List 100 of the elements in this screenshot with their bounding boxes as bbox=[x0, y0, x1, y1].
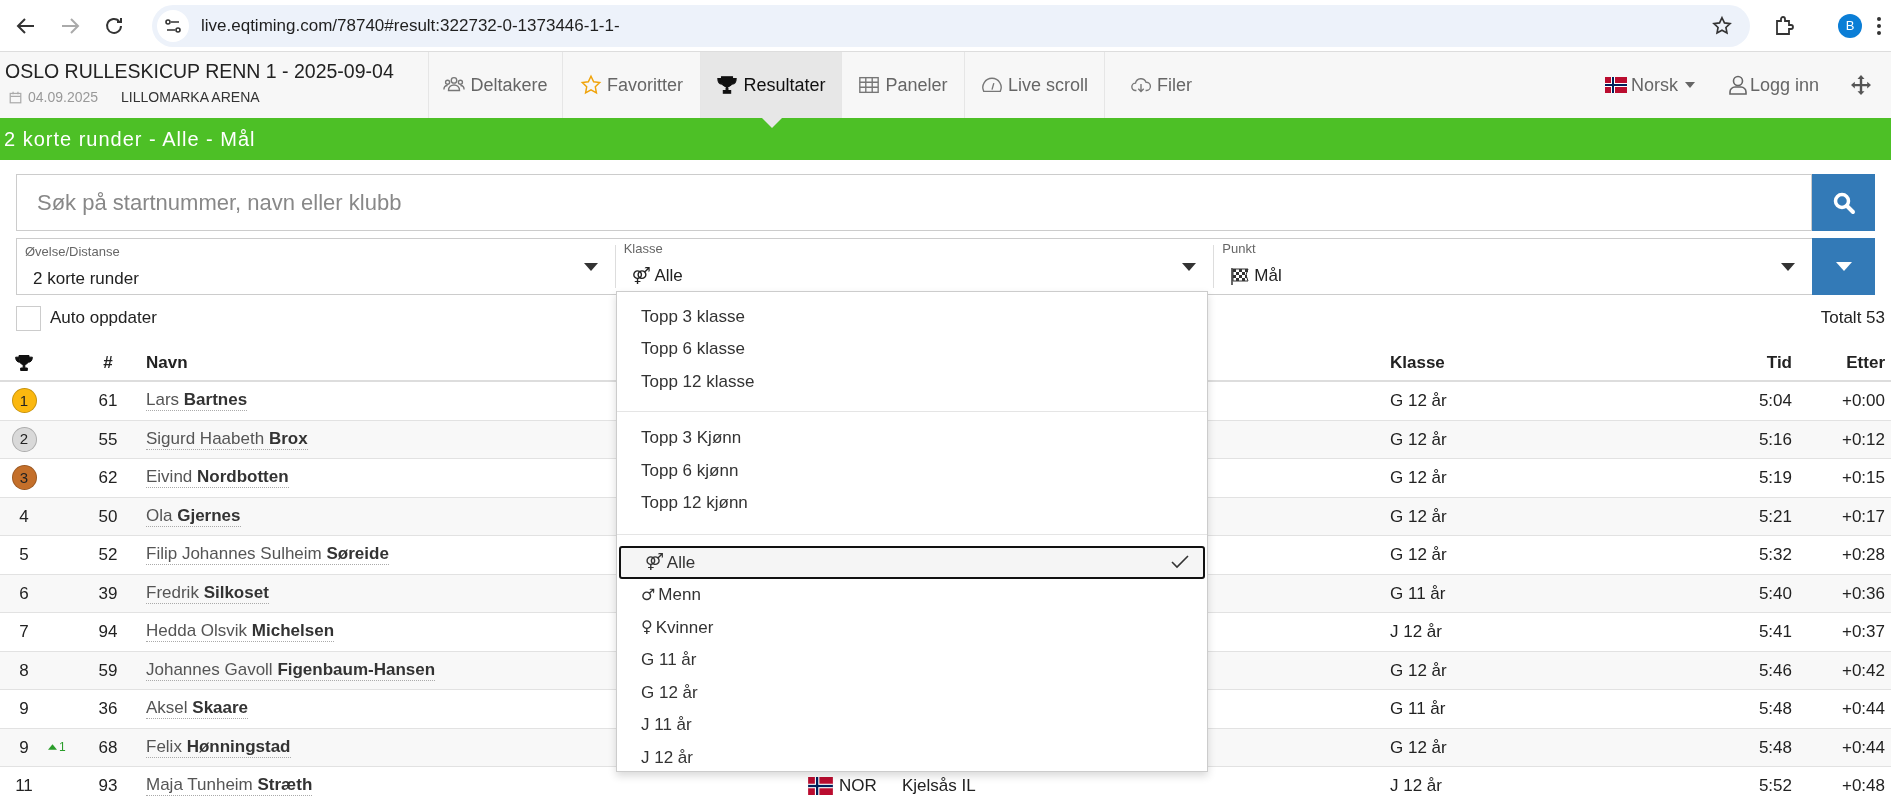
dropdown-option[interactable]: Topp 12 kjønn bbox=[617, 486, 1207, 519]
bib-cell-text: 93 bbox=[98, 775, 118, 797]
rank-cell-text: 11 bbox=[15, 775, 33, 797]
dropdown-option[interactable]: ♀ Kvinner bbox=[617, 611, 1207, 644]
bib-cell-text: 50 bbox=[98, 505, 118, 528]
rank-cell-text: 7 bbox=[19, 621, 29, 643]
behind-cell-text: +0:37 bbox=[1842, 621, 1885, 643]
nation-code: NOR bbox=[839, 775, 877, 797]
bib-cell-text: 39 bbox=[98, 582, 118, 605]
dropdown-option[interactable]: Topp 6 klasse bbox=[617, 332, 1207, 365]
dropdown-option[interactable]: Topp 3 Kjønn bbox=[617, 421, 1207, 454]
column-header[interactable]: Etter bbox=[1846, 350, 1885, 376]
rank-change: 1 bbox=[38, 738, 90, 757]
behind-cell-text: +0:42 bbox=[1842, 659, 1885, 682]
behind-cell-text: +0:36 bbox=[1842, 582, 1885, 605]
time-cell-text: 5:32 bbox=[1758, 544, 1792, 566]
medal-badge: 3 bbox=[11, 465, 37, 491]
athlete-name-link[interactable]: Hedda Olsvik Michelsen bbox=[146, 621, 335, 643]
search-field[interactable]: Søk på startnummer, navn eller klubb bbox=[16, 174, 1812, 231]
bib-cell-text: 94 bbox=[98, 621, 118, 643]
athlete-name-link[interactable]: Felix Hønningstad bbox=[146, 736, 291, 758]
athlete-name-link[interactable]: Maja Tunheim Stræth bbox=[146, 775, 313, 797]
medal-badge: 1 bbox=[11, 388, 37, 414]
dropdown-option[interactable]: ♂ Menn bbox=[617, 578, 1207, 611]
athlete-name-link[interactable]: Filip Johannes Sulheim Søreide bbox=[146, 544, 389, 566]
event-date: 04.09.2025 bbox=[28, 88, 99, 107]
behind-cell-text: +0:17 bbox=[1842, 505, 1885, 528]
athlete-name-link[interactable]: Lars Bartnes bbox=[146, 390, 248, 412]
class-cell-text: G 12 år bbox=[1390, 544, 1448, 566]
address-bar[interactable]: live.eqtiming.com/78740#result:322732-0-1373446-1-1- bbox=[152, 4, 1750, 47]
total-count: Totalt 53 bbox=[1820, 307, 1885, 330]
profile-avatar[interactable]: B bbox=[1838, 13, 1862, 38]
language-selector[interactable]: Norsk bbox=[1604, 52, 1695, 118]
check-icon bbox=[1171, 555, 1189, 570]
athlete-name-link[interactable]: Fredrik Silkoset bbox=[146, 582, 269, 604]
checkbox-label: Auto oppdater bbox=[50, 307, 157, 330]
behind-cell-text: +0:15 bbox=[1842, 467, 1885, 489]
behind-cell-text: +0:12 bbox=[1842, 428, 1885, 451]
column-header[interactable]: # bbox=[103, 350, 113, 376]
bib-cell-text: 36 bbox=[98, 698, 118, 720]
athlete-name-link[interactable]: Johannes Gavoll Figenbaum-Hansen bbox=[146, 659, 436, 681]
table-icon bbox=[858, 74, 881, 96]
medal-badge: 2 bbox=[11, 426, 37, 452]
dropdown-option[interactable]: Topp 3 klasse bbox=[617, 300, 1207, 333]
checkbox[interactable] bbox=[16, 305, 41, 331]
athlete-name-link[interactable]: Eivind Nordbotten bbox=[146, 467, 289, 489]
dropdown-option[interactable]: G 12 år bbox=[617, 676, 1207, 709]
calendar-icon bbox=[9, 91, 22, 104]
bookmark-star-icon[interactable] bbox=[1711, 14, 1733, 37]
column-header[interactable]: Tid bbox=[1766, 350, 1792, 376]
login-link[interactable]: Logg inn bbox=[1728, 52, 1819, 118]
url-text: live.eqtiming.com/78740#result:322732-0-1373446-1-1- bbox=[201, 14, 621, 37]
caret-icon bbox=[1684, 82, 1695, 88]
athlete-name-link[interactable]: Aksel Skaare bbox=[146, 698, 249, 720]
class-cell-text: G 11 år bbox=[1390, 698, 1447, 720]
dropdown-option[interactable]: J 11 år bbox=[617, 708, 1207, 741]
column-header[interactable]: Klasse bbox=[1390, 350, 1690, 376]
bib-cell-text: 61 bbox=[98, 390, 118, 412]
bib-cell-text: 52 bbox=[98, 544, 118, 566]
behind-cell-text: +0:44 bbox=[1842, 736, 1885, 759]
class-cell-text: J 12 år bbox=[1390, 775, 1443, 797]
time-cell-text: 5:41 bbox=[1758, 621, 1792, 643]
rank-cell-text: 4 bbox=[19, 505, 29, 528]
athlete-name-link[interactable]: Ola Gjernes bbox=[146, 505, 241, 527]
site-settings-icon[interactable] bbox=[157, 9, 189, 42]
more-icon[interactable] bbox=[1876, 15, 1882, 36]
behind-cell-text: +0:00 bbox=[1842, 390, 1885, 412]
rank-cell-text: 5 bbox=[19, 544, 29, 566]
dropdown-option[interactable]: Topp 6 kjønn bbox=[617, 454, 1207, 487]
checkered-flag-icon bbox=[1230, 267, 1251, 285]
dropdown-option[interactable]: G 11 år bbox=[617, 643, 1207, 676]
class-cell-text: G 12 år bbox=[1390, 505, 1448, 528]
class-cell-text: G 11 år bbox=[1390, 582, 1447, 605]
filter-dropdown[interactable]: Øvelse/Distanse 2 korte runder bbox=[17, 239, 615, 294]
dropdown-option[interactable]: J 12 år bbox=[617, 741, 1207, 774]
trophy-icon bbox=[14, 353, 34, 373]
nav-tab[interactable]: Resultater bbox=[701, 52, 842, 118]
rank-cell-text: 9 bbox=[19, 736, 29, 759]
results-banner: 2 korte runder - Alle - Mål bbox=[0, 118, 1891, 160]
move-icon[interactable] bbox=[1851, 75, 1871, 95]
time-cell-text: 5:16 bbox=[1758, 428, 1792, 451]
rank-cell-text: 6 bbox=[19, 582, 29, 605]
athlete-name-link[interactable]: Sigurd Haabeth Brox bbox=[146, 428, 308, 450]
class-cell-text: G 12 år bbox=[1390, 390, 1448, 412]
class-cell-text: G 12 år bbox=[1390, 659, 1448, 682]
time-cell-text: 5:04 bbox=[1758, 390, 1792, 412]
time-cell-text: 5:21 bbox=[1758, 505, 1792, 528]
behind-cell-text: +0:48 bbox=[1842, 775, 1885, 797]
nav-tab[interactable]: Filer bbox=[1105, 52, 1217, 118]
behind-cell-text: +0:44 bbox=[1842, 698, 1885, 720]
bib-cell-text: 55 bbox=[98, 428, 118, 451]
caret-icon bbox=[1781, 262, 1795, 271]
dropdown-option[interactable]: Topp 12 klasse bbox=[617, 365, 1207, 398]
caret-icon bbox=[1182, 262, 1197, 271]
search-button[interactable] bbox=[1812, 174, 1875, 231]
search-icon bbox=[1831, 190, 1856, 215]
filter-dropdown[interactable]: Klasse ⚤ Alle bbox=[614, 245, 1214, 288]
dropdown-option[interactable]: ⚤ Alle bbox=[619, 546, 1205, 579]
star-icon bbox=[580, 74, 602, 96]
club-cell-text: Kjelsås IL bbox=[902, 775, 977, 797]
